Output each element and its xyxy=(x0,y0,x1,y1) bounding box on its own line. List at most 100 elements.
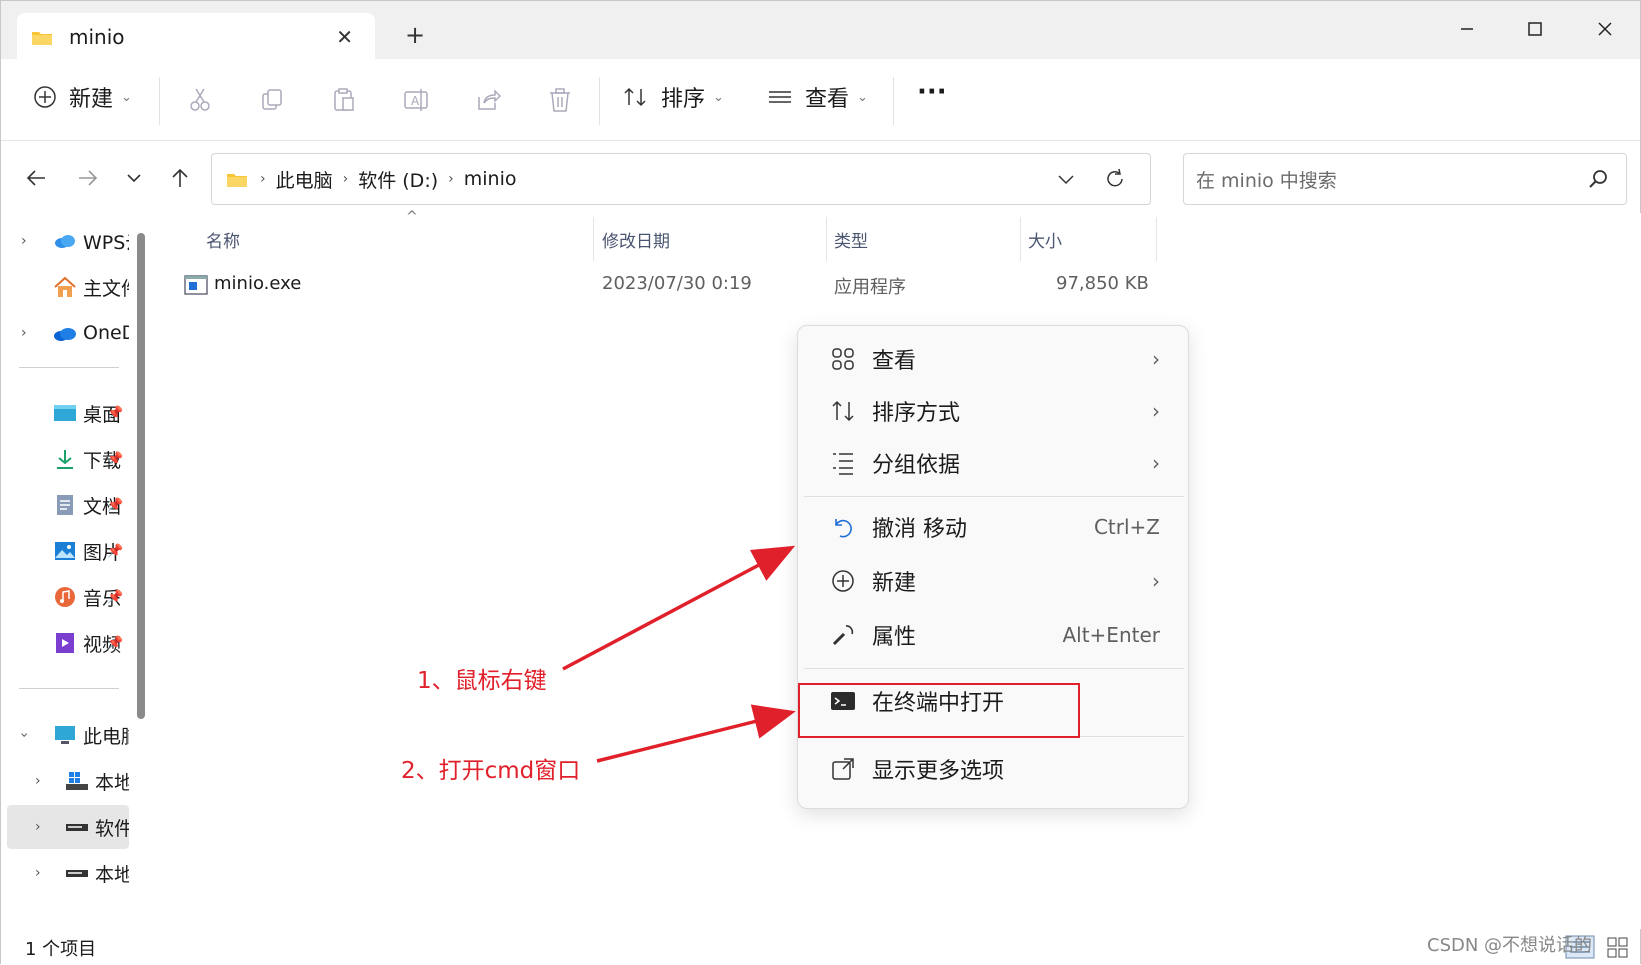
expand-chevron-icon[interactable]: › xyxy=(35,819,41,835)
breadcrumb-this-pc[interactable]: 此电脑 xyxy=(276,166,333,193)
cloud-icon xyxy=(55,235,75,248)
more-options-button[interactable]: ··· xyxy=(917,77,947,107)
chevron-down-icon xyxy=(127,174,141,183)
chevron-right-icon: › xyxy=(1152,347,1160,371)
annotation-step2: 2、打开cmd窗口 xyxy=(401,758,581,784)
tab-minio[interactable]: minio ✕ xyxy=(17,13,375,61)
back-button[interactable] xyxy=(21,163,51,193)
file-type: 应用程序 xyxy=(834,277,906,298)
sidebar-item-label: 软件 xyxy=(95,817,129,840)
column-divider[interactable] xyxy=(1020,217,1021,261)
maximize-button[interactable] xyxy=(1515,13,1555,45)
share-icon[interactable] xyxy=(475,87,501,113)
onedrive-cloud-icon xyxy=(54,328,76,341)
delete-icon[interactable] xyxy=(547,87,573,113)
executable-icon xyxy=(184,275,208,295)
sidebar-item-wps-cloud[interactable]: › WPS云 xyxy=(1,219,129,263)
view-button[interactable]: 查看 ⌄ xyxy=(767,81,868,113)
chevron-down-icon: ⌄ xyxy=(121,89,132,105)
sidebar-item-pictures[interactable]: 图片 📌 xyxy=(1,529,129,573)
menu-item-label: 排序方式 xyxy=(872,401,961,426)
tiles-view-icon[interactable] xyxy=(1605,935,1631,959)
file-modified: 2023/07/30 0:19 xyxy=(602,273,752,294)
expand-chevron-icon[interactable]: › xyxy=(21,325,27,341)
toolbar-divider xyxy=(159,77,160,125)
new-tab-button[interactable]: + xyxy=(405,21,425,49)
video-icon xyxy=(56,633,74,653)
menu-item-label: 查看 xyxy=(872,349,917,374)
pin-icon: 📌 xyxy=(107,451,124,467)
column-header-type[interactable]: 类型 xyxy=(834,227,868,252)
windows-drive-icon xyxy=(66,772,88,790)
pin-icon: 📌 xyxy=(107,543,124,559)
menu-item-sort-by[interactable]: 排序方式 › xyxy=(808,386,1180,436)
menu-divider xyxy=(804,668,1184,669)
column-divider[interactable] xyxy=(826,217,827,261)
chevron-down-icon[interactable] xyxy=(1056,169,1076,189)
menu-item-group-by[interactable]: 分组依据 › xyxy=(808,438,1180,488)
sort-icon xyxy=(624,87,646,107)
sort-button[interactable]: 排序 ⌄ xyxy=(623,81,724,113)
column-divider[interactable] xyxy=(593,217,594,261)
up-button[interactable] xyxy=(165,163,195,193)
column-header-name[interactable]: 名称 xyxy=(206,227,240,252)
close-window-button[interactable] xyxy=(1585,13,1625,45)
new-button[interactable]: 新建 ⌄ xyxy=(33,81,132,113)
file-name: minio.exe xyxy=(214,273,302,294)
external-expand-icon xyxy=(832,758,854,780)
sidebar-item-home[interactable]: 主文件 xyxy=(1,265,129,309)
column-header-modified[interactable]: 修改日期 xyxy=(602,227,670,252)
sidebar-item-label: 本地 xyxy=(95,863,129,886)
home-icon xyxy=(54,276,76,297)
expand-chevron-icon[interactable]: › xyxy=(35,865,41,881)
copy-icon[interactable] xyxy=(259,87,285,113)
view-list-icon xyxy=(769,91,791,103)
sidebar-item-this-pc[interactable]: › 此电脑 xyxy=(1,713,129,757)
menu-item-properties[interactable]: 属性 Alt+Enter xyxy=(808,610,1180,660)
expand-chevron-icon[interactable]: › xyxy=(16,732,32,738)
expand-chevron-icon[interactable]: › xyxy=(35,773,41,789)
table-row[interactable]: minio.exe 2023/07/30 0:19 应用程序 97,850 KB xyxy=(174,265,1164,305)
breadcrumb-minio[interactable]: minio xyxy=(464,168,517,190)
pin-icon: 📌 xyxy=(107,405,124,421)
minimize-button[interactable] xyxy=(1447,13,1487,45)
breadcrumb-drive-d[interactable]: 软件 (D:) xyxy=(358,166,438,193)
cut-icon[interactable] xyxy=(187,87,213,113)
folder-icon xyxy=(227,173,247,187)
column-divider[interactable] xyxy=(1156,217,1157,261)
expand-chevron-icon[interactable]: › xyxy=(21,233,27,249)
forward-button[interactable] xyxy=(73,163,103,193)
menu-item-new[interactable]: 新建 › xyxy=(808,556,1180,606)
navigation-pane: › WPS云 主文件 › OneD 桌面 📌 下载 📌 文档 📌 xyxy=(1,213,151,929)
paste-icon[interactable] xyxy=(331,87,357,113)
sidebar-item-music[interactable]: 音乐 📌 xyxy=(1,575,129,619)
address-bar[interactable]: › 此电脑 › 软件 (D:) › minio xyxy=(211,153,1151,205)
sidebar-item-local-disk-e[interactable]: › 本地 xyxy=(1,851,129,895)
title-bar: minio ✕ + xyxy=(1,1,1640,61)
chevron-down-icon: ⌄ xyxy=(857,89,868,105)
recent-locations-button[interactable] xyxy=(119,163,149,193)
watermark-text: CSDN @不想说话的 xyxy=(1427,935,1593,956)
refresh-icon[interactable] xyxy=(1104,168,1126,190)
column-header-size[interactable]: 大小 xyxy=(1028,227,1062,252)
menu-item-view[interactable]: 查看 › xyxy=(808,334,1180,384)
sidebar-item-local-disk-c[interactable]: › 本地 xyxy=(1,759,129,803)
sidebar-item-downloads[interactable]: 下载 📌 xyxy=(1,437,129,481)
sidebar-item-onedrive[interactable]: › OneD xyxy=(1,311,129,355)
shortcut-text: Ctrl+Z xyxy=(1093,515,1160,539)
sidebar-item-label: 主文件 xyxy=(83,277,129,300)
search-input[interactable]: 在 minio 中搜索 xyxy=(1183,153,1627,205)
sidebar-scrollbar[interactable] xyxy=(137,233,145,719)
menu-item-show-more-options[interactable]: 显示更多选项 xyxy=(808,744,1180,794)
sidebar-item-drive-d[interactable]: › 软件 xyxy=(7,805,129,849)
close-tab-icon[interactable]: ✕ xyxy=(336,25,353,49)
menu-item-label: 分组依据 xyxy=(872,453,961,478)
sidebar-item-label: 此电脑 xyxy=(83,725,129,748)
document-icon xyxy=(57,495,73,515)
pin-icon: 📌 xyxy=(107,589,124,605)
sidebar-item-documents[interactable]: 文档 📌 xyxy=(1,483,129,527)
rename-icon[interactable]: A xyxy=(403,87,429,113)
sidebar-item-desktop[interactable]: 桌面 📌 xyxy=(1,391,129,435)
menu-item-undo-move[interactable]: 撤消 移动 Ctrl+Z xyxy=(808,502,1180,552)
sidebar-item-videos[interactable]: 视频 📌 xyxy=(1,621,129,665)
